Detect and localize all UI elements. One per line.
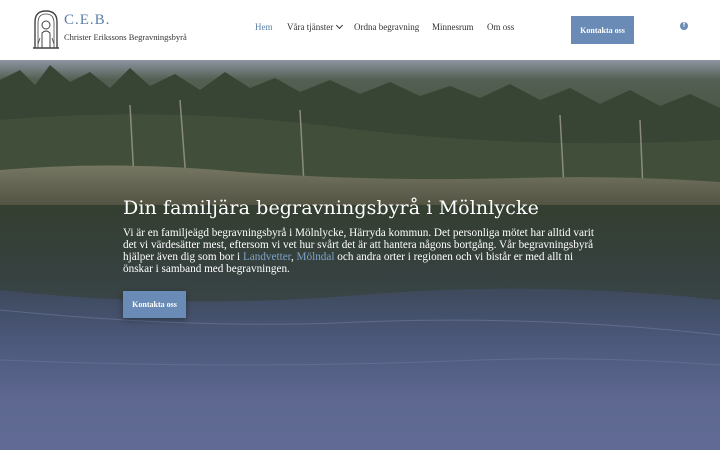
nav-item-hem[interactable]: Hem [255,22,273,32]
hero-description: Vi är en familjeägd begravningsbyrå i Mö… [123,227,599,275]
link-molndal[interactable]: Mölndal [297,251,335,263]
logo-emblem-icon [33,10,59,49]
nav-item-vara-tjanster[interactable]: Våra tjänster [287,21,344,32]
nav-item-ordna-begravning[interactable]: Ordna begravning [354,22,419,32]
chevron-down-icon [336,21,344,30]
nav-item-minnesrum[interactable]: Minnesrum [432,22,474,32]
contact-button-hero[interactable]: Kontakta oss [123,291,186,318]
facebook-icon[interactable]: f [680,22,688,30]
nav-item-label: Våra tjänster [287,22,334,32]
hero-section: Din familjära begravningsbyrå i Mölnlyck… [0,60,720,450]
logo[interactable]: C.E.B. Christer Erikssons Begravningsbyr… [30,8,190,52]
link-landvetter[interactable]: Landvetter [243,251,291,263]
logo-subtitle: Christer Erikssons Begravningsbyrå [64,32,187,42]
logo-title: C.E.B. [64,12,111,28]
nav-item-om-oss[interactable]: Om oss [487,22,514,32]
contact-button-header[interactable]: Kontakta oss [571,16,634,44]
hero-title: Din familjära begravningsbyrå i Mölnlyck… [123,197,539,219]
site-header: C.E.B. Christer Erikssons Begravningsbyr… [0,0,720,60]
